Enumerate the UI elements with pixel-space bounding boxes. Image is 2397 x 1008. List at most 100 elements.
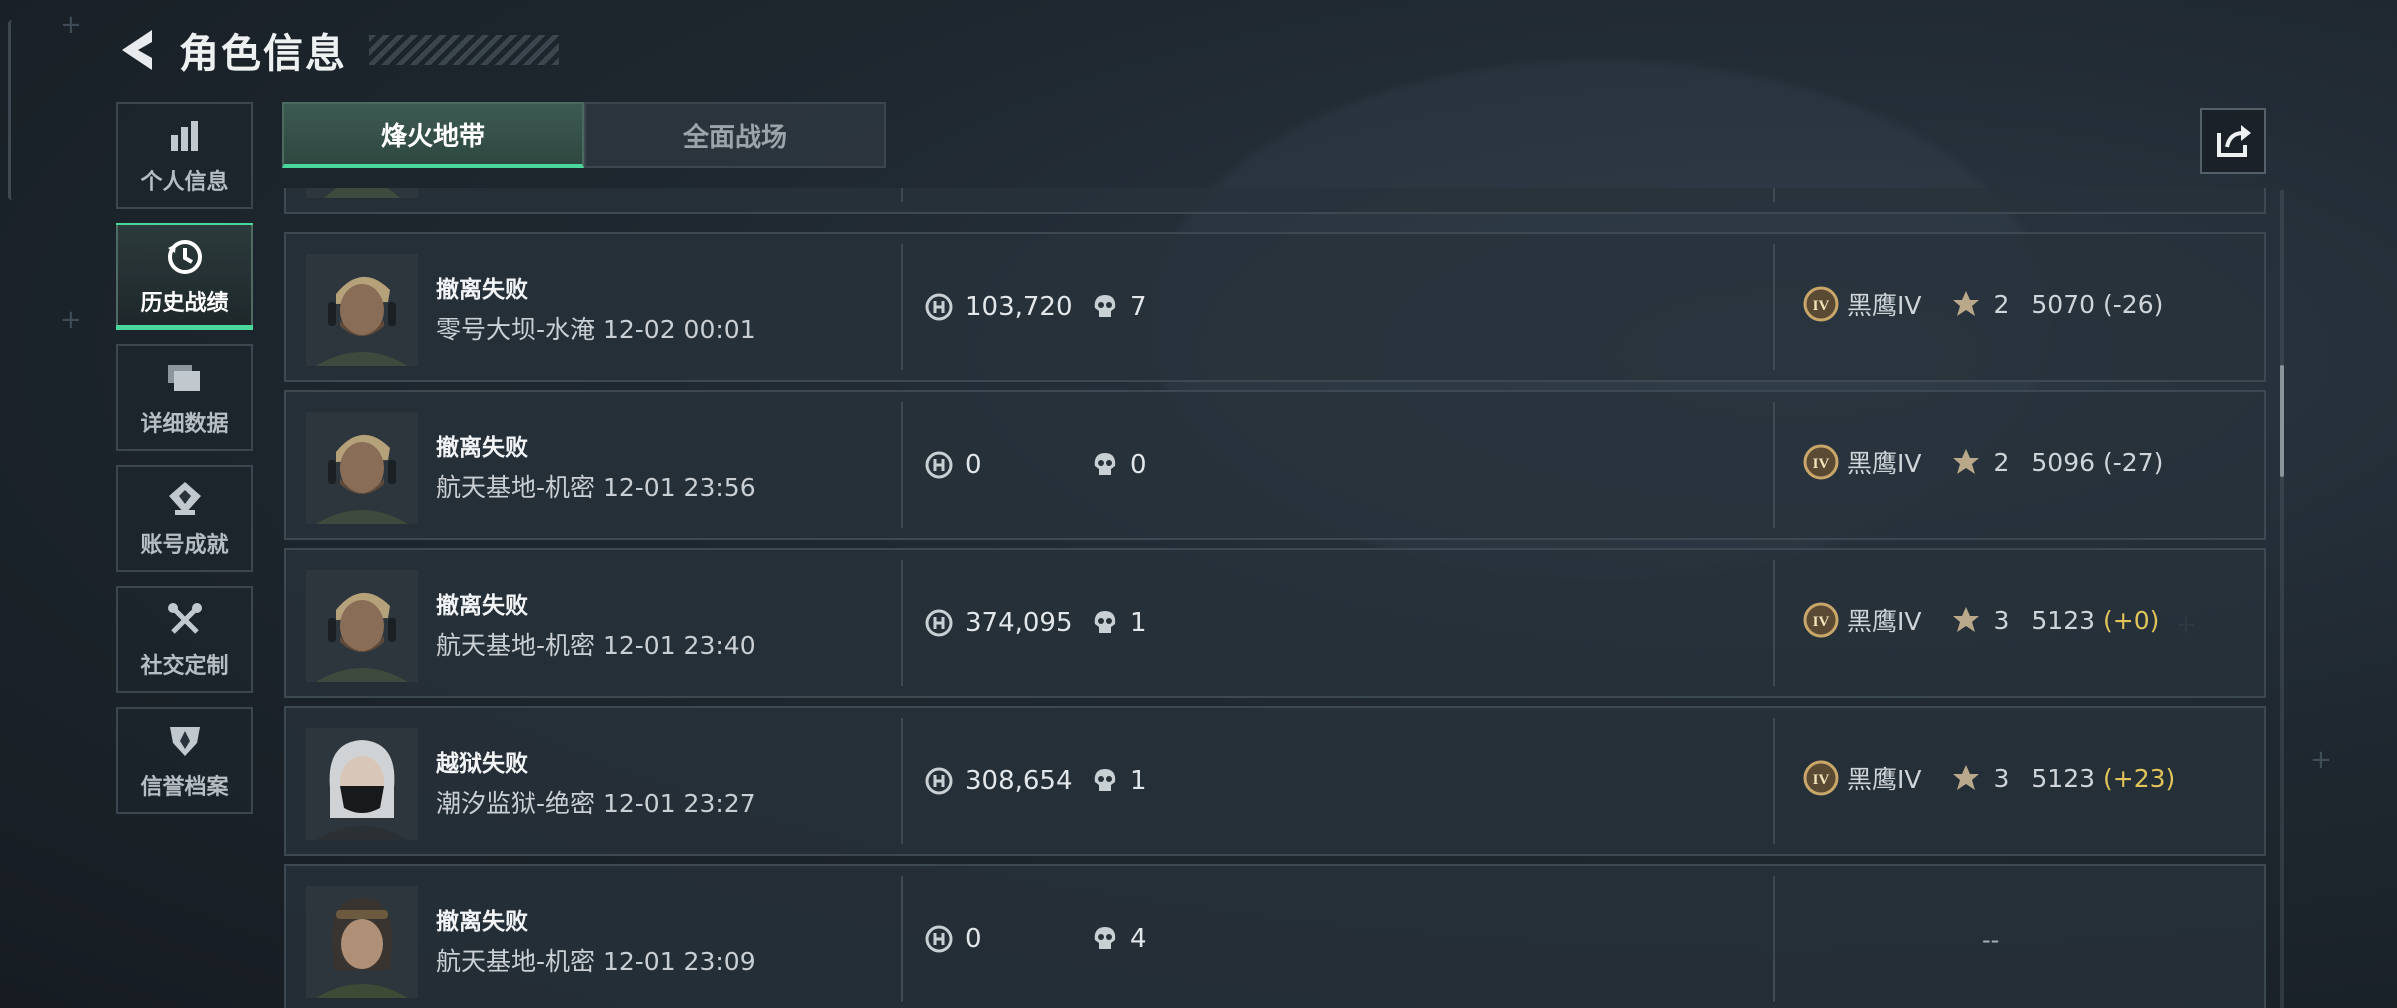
bar-chart-icon [165,116,205,156]
avatar [306,188,418,198]
rank-score: 5096 [2031,447,2096,477]
column-divider [901,718,903,844]
nav-item-credit[interactable]: 信誉档案 [116,707,253,814]
history-list[interactable]: 撤离失败 零号大坝-水淹 12-02 00:01 103,720 7 IV 黑鹰… [284,188,2266,1008]
table-row[interactable]: 撤离失败 航天基地-机密 12-01 23:40 374,095 1 IV 黑鹰… [284,548,2266,698]
nav-label: 信誉档案 [140,774,229,800]
column-divider [1773,244,1775,370]
nav-item-history[interactable]: 历史战绩 [116,223,253,330]
kill-count-text: 0 [1130,450,1147,480]
star-icon [1953,607,1980,632]
rank-info: IV 黑鹰IV 2 5096 (-27) [1803,444,2163,480]
crosshair-decoration: + [2310,745,2332,775]
score-delta: (-26) [2103,289,2164,319]
coin-icon [925,293,953,321]
column-divider [1773,718,1775,844]
loot-value: 0 [925,924,982,954]
star-count: 2 [1993,447,2010,477]
svg-text:IV: IV [1813,614,1830,630]
rank-badge-icon: IV [1803,760,1839,796]
kill-count: 1 [1092,608,1147,638]
nav-item-personal[interactable]: 个人信息 [116,102,253,209]
skull-icon [1094,927,1116,949]
rank-empty: -- [1982,926,2000,954]
nav-label: 账号成就 [140,532,229,558]
map-and-time: 航天基地-机密 12-01 23:09 [436,947,756,976]
table-row[interactable] [284,188,2266,214]
back-button[interactable] [115,27,161,73]
stack-cards-icon [165,358,205,398]
table-row[interactable]: 撤离失败 航天基地-机密 12-01 23:56 0 0 IV 黑鹰IV 2 5… [284,390,2266,540]
tab-full-battlefield[interactable]: 全面战场 [584,102,886,168]
skull-icon [1094,295,1116,317]
page-header: 角色信息 [115,20,559,80]
rank-info: IV 黑鹰IV 3 5123 (+23) [1803,760,2175,796]
skull-icon [1094,453,1116,475]
kill-count: 0 [1092,450,1147,480]
loot-value-text: 308,654 [965,766,1073,796]
column-divider [901,402,903,528]
coin-icon [925,925,953,953]
score-delta: (-27) [2103,447,2164,477]
star-count: 2 [1993,289,2010,319]
avatar [306,886,418,998]
rank-info: IV 黑鹰IV 2 5070 (-26) [1803,286,2163,322]
rank-badge-icon: IV [1803,444,1839,480]
score-delta: (+0) [2103,605,2160,635]
svg-text:IV: IV [1813,772,1830,788]
scrollbar-thumb[interactable] [2280,365,2284,477]
rank-name: 黑鹰IV [1847,607,1922,636]
back-arrow-icon [122,30,152,70]
column-divider [901,876,903,1002]
avatar [306,728,418,840]
table-row[interactable]: 越狱失败 潮汐监狱-绝密 12-01 23:27 308,654 1 IV 黑鹰… [284,706,2266,856]
column-divider [901,560,903,686]
crosshair-decoration: + [60,10,82,40]
rank-name: 黑鹰IV [1847,291,1922,320]
avatar [306,412,418,524]
map-and-time: 潮汐监狱-绝密 12-01 23:27 [436,789,756,818]
tools-icon [165,600,205,640]
loot-value: 374,095 [925,608,1073,638]
table-row[interactable]: 撤离失败 零号大坝-水淹 12-02 00:01 103,720 7 IV 黑鹰… [284,232,2266,382]
column-divider [1773,402,1775,528]
match-result: 撤离失败 [436,909,528,935]
tab-hazard-zone[interactable]: 烽火地带 [282,102,584,168]
coin-icon [925,451,953,479]
kill-count-text: 1 [1130,766,1147,796]
nav-label: 社交定制 [140,653,229,679]
column-divider [1773,876,1775,1002]
score-delta: (+23) [2103,763,2176,793]
rank-name: 黑鹰IV [1847,449,1922,478]
svg-text:IV: IV [1813,456,1830,472]
rank-badge-icon: IV [1803,602,1839,638]
edge-decoration [8,20,12,200]
rank-score: 5123 [2031,605,2096,635]
loot-value: 103,720 [925,292,1073,322]
kill-count: 4 [1092,924,1147,954]
title-decoration [369,35,559,65]
crosshair-decoration: + [60,305,82,335]
nav-item-details[interactable]: 详细数据 [116,344,253,451]
kill-count: 7 [1092,292,1147,322]
mode-tabs: 烽火地带 全面战场 [282,102,886,168]
share-button[interactable] [2200,108,2266,174]
avatar [306,570,418,682]
kill-count-text: 4 [1130,924,1147,954]
nav-item-achievements[interactable]: 账号成就 [116,465,253,572]
rank-score: 5070 [2031,289,2096,319]
nav-item-social[interactable]: 社交定制 [116,586,253,693]
share-icon [2217,125,2251,157]
svg-text:IV: IV [1813,298,1830,314]
scrollbar[interactable] [2280,190,2284,1008]
rank-name: 黑鹰IV [1847,765,1922,794]
loot-value: 308,654 [925,766,1073,796]
match-result: 越狱失败 [436,751,528,777]
match-result: 撤离失败 [436,277,528,303]
nav-label: 详细数据 [140,411,229,437]
table-row[interactable]: 撤离失败 航天基地-机密 12-01 23:09 0 4 -- [284,864,2266,1008]
coin-icon [925,609,953,637]
coin-icon [925,767,953,795]
rank-info: IV 黑鹰IV 3 5123 (+0) [1803,602,2159,638]
kill-count-text: 7 [1130,292,1147,322]
